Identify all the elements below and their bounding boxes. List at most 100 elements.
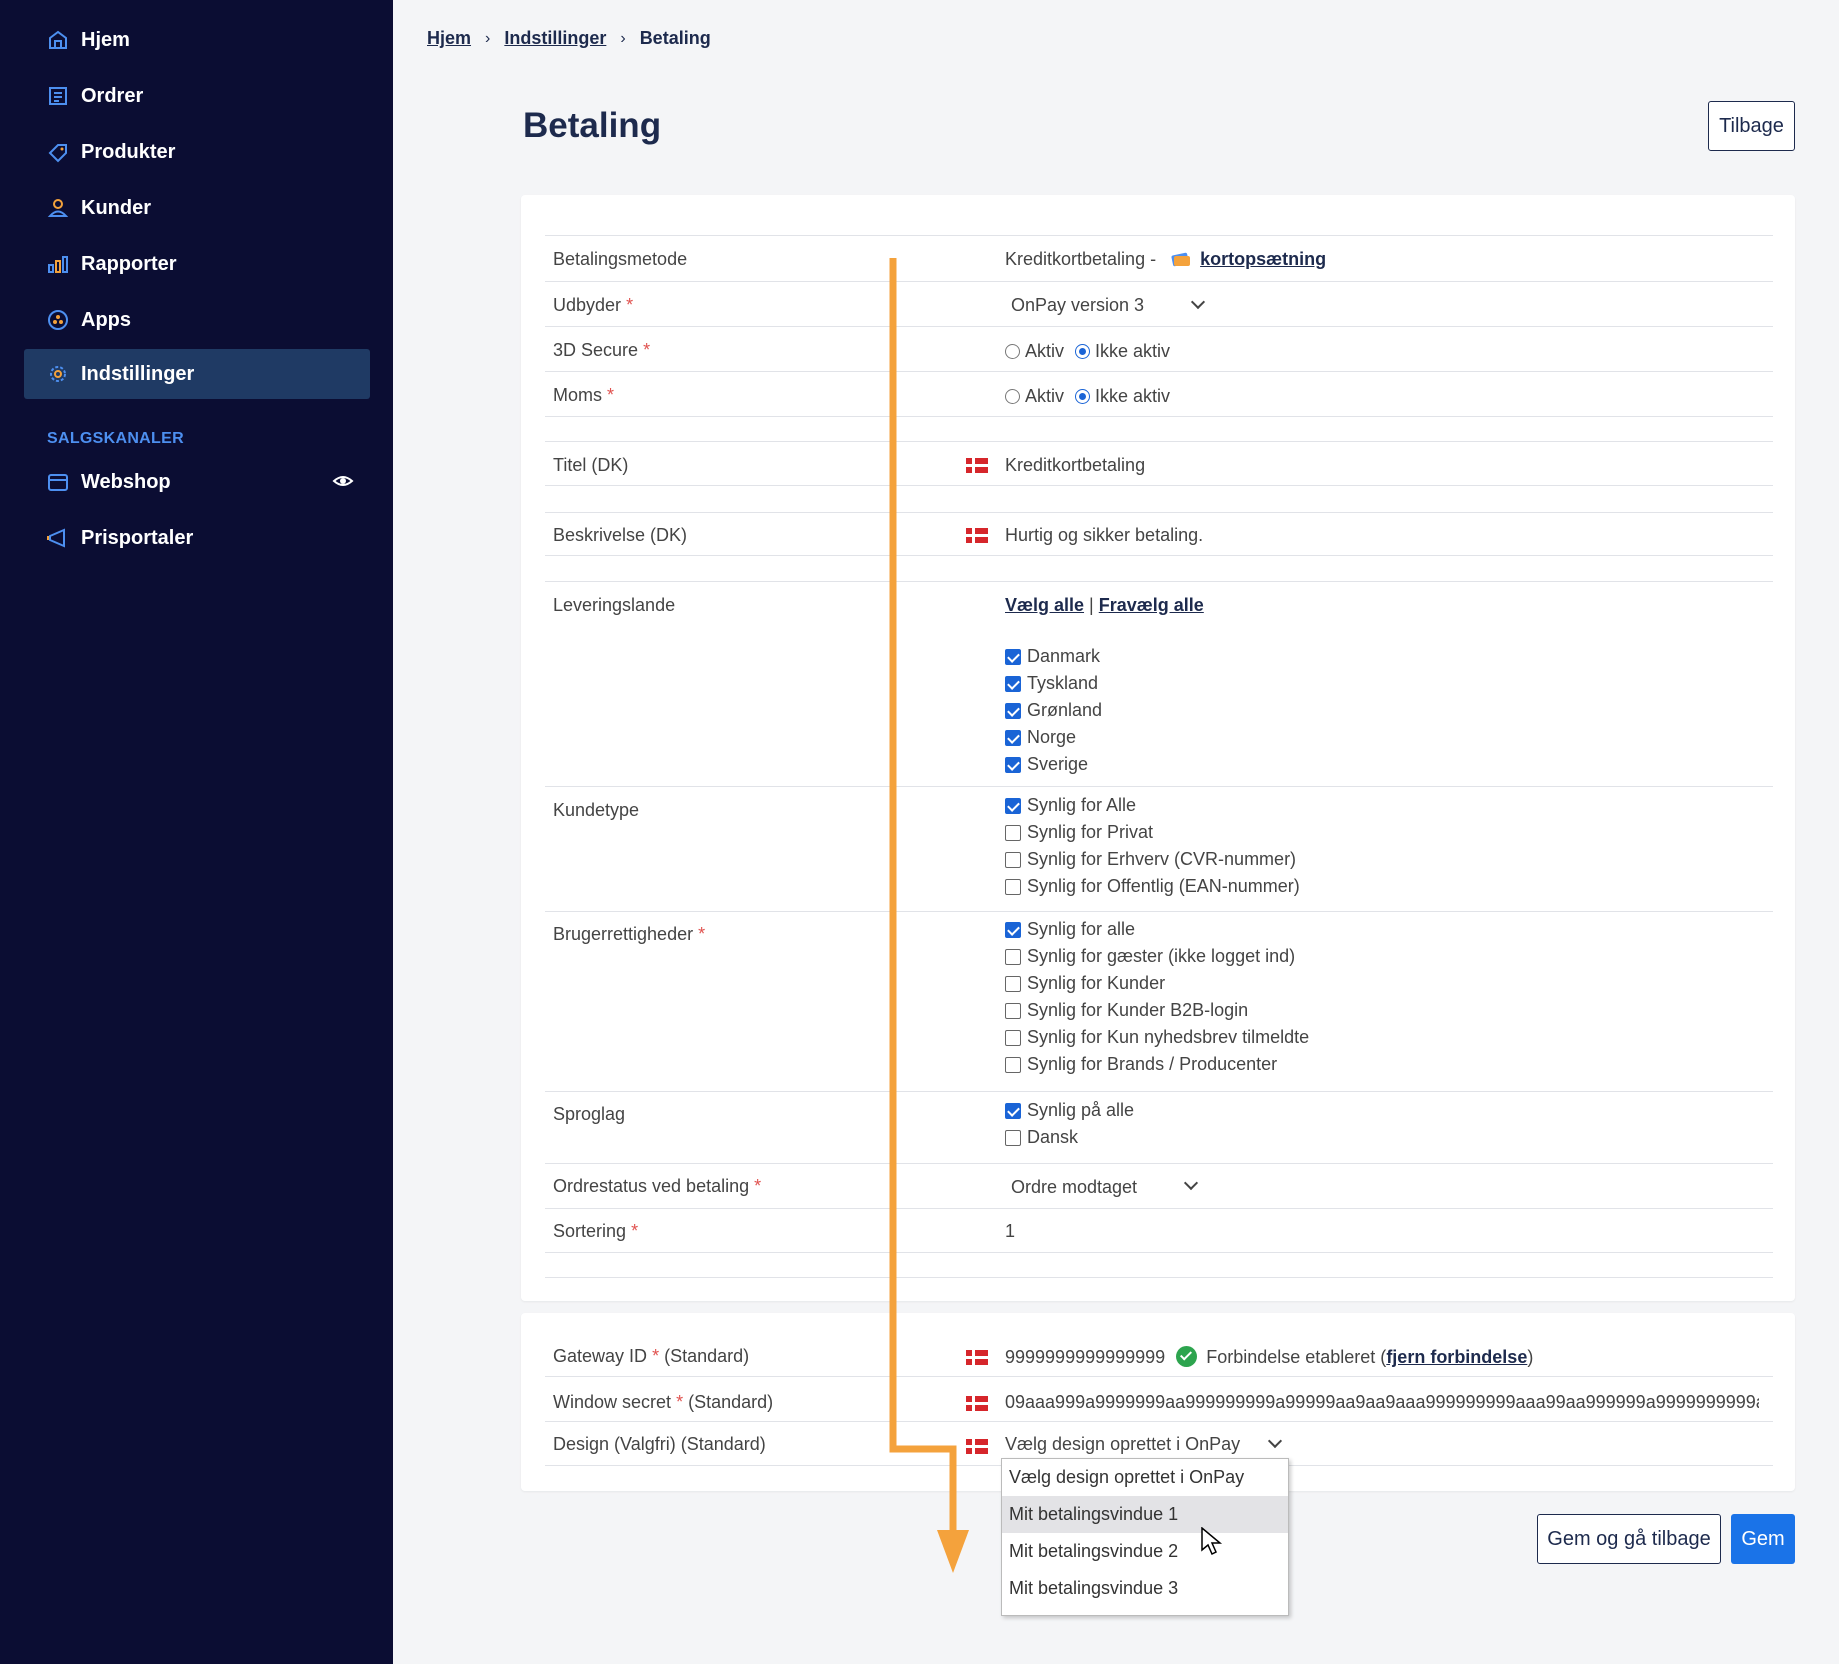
countries-actions: Vælg alle | Fravælg alle (1005, 595, 1204, 616)
vat-label: Moms * (553, 385, 615, 405)
save-and-back-button[interactable]: Gem og gå tilbage (1537, 1514, 1721, 1564)
secure3d-inactive-radio[interactable] (1075, 344, 1091, 359)
country-checkbox[interactable]: Norge (1005, 724, 1102, 751)
method-label: Betalingsmetode (553, 249, 688, 269)
customer-type-checkbox[interactable]: Synlig for Erhverv (CVR-nummer) (1005, 846, 1300, 873)
country-checkbox[interactable]: Sverige (1005, 751, 1102, 778)
sidebar: Hjem Ordrer Produkter Kunder Rapporter A… (0, 0, 393, 1664)
vat-active-radio[interactable] (1005, 389, 1020, 404)
page-title: Betaling (523, 106, 662, 145)
apps-icon (46, 308, 70, 332)
divider (545, 1252, 1773, 1253)
divider (545, 485, 1773, 486)
dropdown-option[interactable]: Mit betalingsvindue 2 (1002, 1533, 1288, 1570)
sidebar-item-webshop[interactable]: Webshop (24, 457, 370, 507)
sidebar-item-apps[interactable]: Apps (24, 295, 370, 345)
sidebar-item-label: Prisportaler (81, 526, 194, 549)
title-field[interactable]: Kreditkortbetaling (1005, 455, 1145, 476)
language-checkbox[interactable]: Dansk (1005, 1124, 1134, 1151)
vat-inactive-radio[interactable] (1075, 389, 1091, 404)
gateway-id-value: 9999999999999999 Forbindelse etableret (… (1005, 1346, 1533, 1368)
dropdown-option[interactable]: Vælg design oprettet i OnPay (1002, 1459, 1288, 1496)
order-status-select[interactable]: Ordre modtaget (1011, 1177, 1137, 1198)
description-field[interactable]: Hurtig og sikker betaling. (1005, 525, 1203, 546)
breadcrumb-settings[interactable]: Indstillinger (504, 28, 606, 49)
user-rights-label: Brugerrettigheder * (553, 924, 706, 944)
user-rights-checkbox[interactable]: Synlig for Kunder (1005, 970, 1309, 997)
provider-label: Udbyder * (553, 295, 634, 315)
deselect-all-link[interactable]: Fravælg alle (1099, 595, 1204, 615)
connection-status: Forbindelse etableret ( (1206, 1347, 1387, 1367)
title-label: Titel (DK) (553, 455, 629, 475)
remove-connection-link[interactable]: fjern forbindelse (1386, 1347, 1527, 1367)
eye-icon[interactable] (332, 470, 354, 492)
sorting-field[interactable]: 1 (1005, 1221, 1015, 1242)
window-secret-field[interactable]: 09aaa999a9999999aa999999999a99999aa9aa9a… (1005, 1392, 1759, 1413)
user-rights-checkbox[interactable]: Synlig for Brands / Producenter (1005, 1051, 1309, 1078)
orders-icon (46, 84, 70, 108)
divider (545, 1163, 1773, 1164)
check-circle-icon (1176, 1346, 1198, 1367)
user-rights-checkbox[interactable]: Synlig for alle (1005, 916, 1309, 943)
dropdown-option[interactable]: Mit betalingsvindue 3 (1002, 1570, 1288, 1607)
sidebar-item-ordrer[interactable]: Ordrer (24, 71, 370, 121)
country-checkbox[interactable]: Danmark (1005, 643, 1102, 670)
card-setup-link[interactable]: kortopsætning (1200, 249, 1326, 269)
divider (545, 1277, 1773, 1278)
user-icon (46, 196, 70, 220)
secure3d-active-radio[interactable] (1005, 344, 1020, 359)
gateway-id-label: Gateway ID * (Standard) (553, 1346, 750, 1366)
divider (545, 911, 1773, 912)
description-label: Beskrivelse (DK) (553, 525, 688, 545)
user-rights-checkbox[interactable]: Synlig for Kun nyhedsbrev tilmeldte (1005, 1024, 1309, 1051)
user-rights-checkbox[interactable]: Synlig for Kunder B2B-login (1005, 997, 1309, 1024)
language-checkbox[interactable]: Synlig på alle (1005, 1097, 1134, 1124)
sorting-label: Sortering * (553, 1221, 639, 1241)
denmark-flag-icon (966, 528, 988, 543)
sidebar-item-produkter[interactable]: Produkter (24, 127, 370, 177)
divider (545, 581, 1773, 582)
customer-type-checkbox[interactable]: Synlig for Alle (1005, 792, 1300, 819)
dropdown-option[interactable]: Mit betalingsvindue 1 (1002, 1496, 1288, 1533)
method-value: Kreditkortbetaling - kortopsætning (1005, 249, 1326, 272)
sidebar-item-label: Apps (81, 308, 131, 331)
select-all-link[interactable]: Vælg alle (1005, 595, 1084, 615)
customer-type-checkbox[interactable]: Synlig for Offentlig (EAN-nummer) (1005, 873, 1300, 900)
chevron-right-icon: › (620, 29, 626, 47)
design-select[interactable]: Vælg design oprettet i OnPay (1005, 1434, 1240, 1455)
back-button[interactable]: Tilbage (1708, 101, 1795, 151)
sidebar-item-label: Webshop (81, 470, 171, 493)
separator: | (1089, 595, 1094, 615)
design-dropdown: Vælg design oprettet i OnPay Mit betalin… (1001, 1458, 1289, 1616)
provider-select[interactable]: OnPay version 3 (1011, 295, 1144, 316)
home-icon (46, 28, 70, 52)
divider (545, 281, 1773, 282)
sidebar-item-indstillinger[interactable]: Indstillinger (24, 349, 370, 399)
customer-type-checkbox[interactable]: Synlig for Privat (1005, 819, 1300, 846)
mouse-cursor-icon (1201, 1527, 1223, 1556)
divider (545, 326, 1773, 327)
country-checkbox[interactable]: Tyskland (1005, 670, 1102, 697)
closing-paren: ) (1527, 1347, 1534, 1367)
languages-list: Synlig på alle Dansk (1005, 1097, 1134, 1151)
shop-icon (46, 470, 70, 494)
sidebar-item-kunder[interactable]: Kunder (24, 183, 370, 233)
user-rights-checkbox[interactable]: Synlig for gæster (ikke logget ind) (1005, 943, 1309, 970)
countries-label: Leveringslande (553, 595, 676, 615)
section-label: SALGSKANALER (47, 430, 184, 447)
breadcrumb-home[interactable]: Hjem (427, 28, 471, 49)
sidebar-item-label: Hjem (81, 28, 130, 51)
sidebar-item-prisportaler[interactable]: Prisportaler (24, 513, 370, 563)
card-icon (1171, 251, 1191, 272)
save-button[interactable]: Gem (1731, 1514, 1795, 1564)
gateway-id-text: 9999999999999999 (1005, 1347, 1166, 1367)
divider (545, 1208, 1773, 1209)
secure3d-options: Aktiv Ikke aktiv (1005, 341, 1170, 362)
countries-list: Danmark Tyskland Grønland Norge Sverige (1005, 643, 1102, 778)
country-checkbox[interactable]: Grønland (1005, 697, 1102, 724)
divider (545, 235, 1773, 236)
sidebar-item-hjem[interactable]: Hjem (24, 15, 370, 65)
sidebar-item-label: Rapporter (81, 252, 177, 275)
sidebar-item-rapporter[interactable]: Rapporter (24, 239, 370, 289)
chevron-down-icon (1183, 1175, 1199, 1191)
